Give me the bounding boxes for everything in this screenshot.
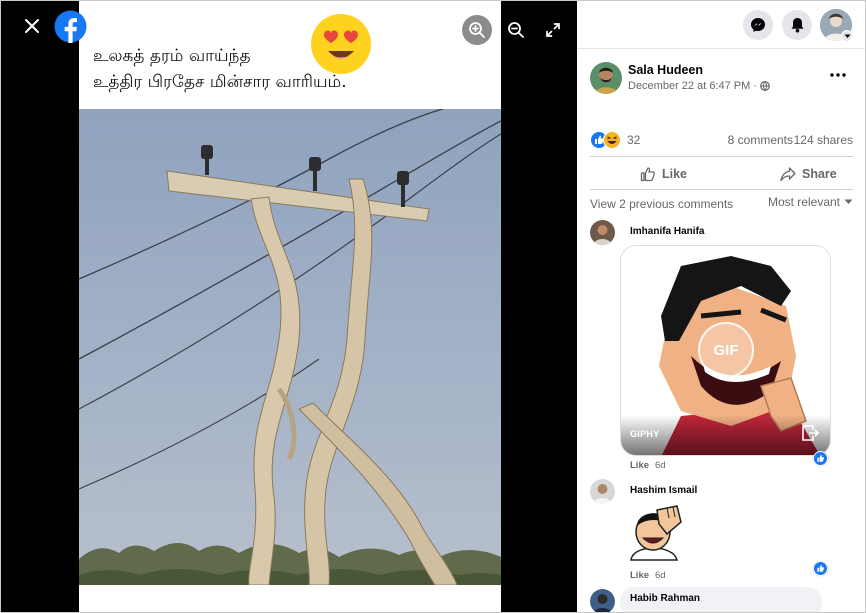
caret-down-icon xyxy=(844,199,853,204)
post-actions: Like Share xyxy=(590,156,853,190)
reaction-count[interactable]: 32 xyxy=(627,133,640,147)
comment-like-link[interactable]: Like xyxy=(630,570,649,581)
thumbs-up-icon xyxy=(814,562,827,575)
author-name[interactable]: Sala Hudeen xyxy=(628,63,703,77)
shares-count[interactable]: 124 shares xyxy=(794,133,853,147)
comment-meta: Like 6d xyxy=(630,460,666,471)
facebook-logo-icon xyxy=(54,10,87,43)
commenter-avatar[interactable] xyxy=(590,479,615,504)
facebook-photo-viewer: உலகத் தரம் வாய்ந்த உத்திர பிரதேச மின்சார… xyxy=(0,0,866,613)
share-icon xyxy=(780,167,796,182)
zoom-in-button[interactable] xyxy=(462,15,492,45)
like-button[interactable]: Like xyxy=(640,164,687,184)
avatar xyxy=(590,589,615,612)
zoom-out-icon xyxy=(508,22,524,38)
reactions-row: 32 8 comments 124 shares xyxy=(590,129,853,151)
electric-pole-scene xyxy=(79,109,501,585)
globe-icon xyxy=(760,81,770,91)
share-button[interactable]: Share xyxy=(780,164,837,184)
messenger-button[interactable] xyxy=(743,10,773,40)
commenter-name[interactable]: Imhanifa Hanifa xyxy=(630,226,704,237)
photo-caption: உலகத் தரம் வாய்ந்த உத்திர பிரதேச மின்சார… xyxy=(93,43,347,95)
commenter-avatar[interactable] xyxy=(590,589,615,612)
avatar xyxy=(590,62,622,94)
fullscreen-button[interactable] xyxy=(538,15,568,45)
notifications-button[interactable] xyxy=(782,10,812,40)
timestamp-text[interactable]: December 22 at 6:47 PM xyxy=(628,80,750,92)
zoom-out-button[interactable] xyxy=(501,15,531,45)
comments-count[interactable]: 8 comments xyxy=(728,133,793,147)
gif-source-label: GIPHY xyxy=(630,429,660,439)
comment-like-link[interactable]: Like xyxy=(630,460,649,471)
fullscreen-icon xyxy=(546,23,560,37)
commenter-avatar[interactable] xyxy=(590,220,615,245)
caption-line-1: உலகத் தரம் வாய்ந்த xyxy=(93,46,251,66)
caption-line-2: உத்திர பிரதேச மின்சார வாரியம். xyxy=(93,72,347,92)
commenter-name[interactable]: Hashim Ismail xyxy=(630,485,697,496)
comment-sort-dropdown[interactable]: Most relevant xyxy=(768,195,853,209)
comment-like-badge[interactable] xyxy=(813,561,828,576)
zoom-in-icon xyxy=(469,22,485,38)
post-photo[interactable]: உலகத் தரம் வாய்ந்த உத்திர பிரதேச மின்சார… xyxy=(79,1,501,612)
account-menu-caret[interactable] xyxy=(841,30,853,42)
close-button[interactable] xyxy=(15,11,49,41)
gif-comment[interactable]: GIF GIPHY xyxy=(620,245,831,456)
photo-bottom-strip xyxy=(79,585,501,612)
facepalm-sticker xyxy=(630,505,682,561)
top-bar xyxy=(577,1,865,49)
post-sidebar: Sala Hudeen December 22 at 6:47 PM · 32 … xyxy=(577,1,865,612)
caret-down-icon xyxy=(844,34,850,38)
photo-viewer: உலகத் தரம் வாய்ந்த உத்திர பிரதேச மின்சார… xyxy=(1,1,577,612)
comment-like-badge[interactable] xyxy=(813,451,828,466)
avatar xyxy=(590,479,615,504)
post-options-button[interactable] xyxy=(827,65,849,85)
sort-label: Most relevant xyxy=(767,195,840,209)
bell-icon xyxy=(791,18,803,33)
comment-age[interactable]: 6d xyxy=(655,570,666,581)
post-header: Sala Hudeen December 22 at 6:47 PM · xyxy=(590,61,855,97)
haha-reaction-icon xyxy=(603,131,621,149)
thumbs-up-icon xyxy=(814,452,827,465)
share-label: Share xyxy=(802,167,837,181)
thumbs-up-icon xyxy=(640,167,655,182)
messenger-icon xyxy=(751,18,765,32)
post-timestamp: December 22 at 6:47 PM · xyxy=(628,80,770,92)
author-avatar[interactable] xyxy=(590,62,622,94)
comment-meta: Like 6d xyxy=(630,570,666,581)
reaction-icons[interactable] xyxy=(590,131,624,149)
commenter-name[interactable]: Habib Rahman xyxy=(630,593,700,604)
external-link-icon[interactable] xyxy=(800,423,820,443)
close-icon xyxy=(25,19,39,33)
more-icon xyxy=(830,73,846,77)
like-label: Like xyxy=(662,167,688,181)
comment-age[interactable]: 6d xyxy=(655,460,666,471)
heart-eyes-emoji-icon xyxy=(311,14,371,74)
facebook-home-button[interactable] xyxy=(54,10,87,43)
comment-bubble: Habib Rahman xyxy=(620,587,822,612)
avatar xyxy=(590,220,615,245)
view-previous-comments-link[interactable]: View 2 previous comments xyxy=(590,197,733,211)
gif-play-button[interactable]: GIF xyxy=(698,322,754,378)
